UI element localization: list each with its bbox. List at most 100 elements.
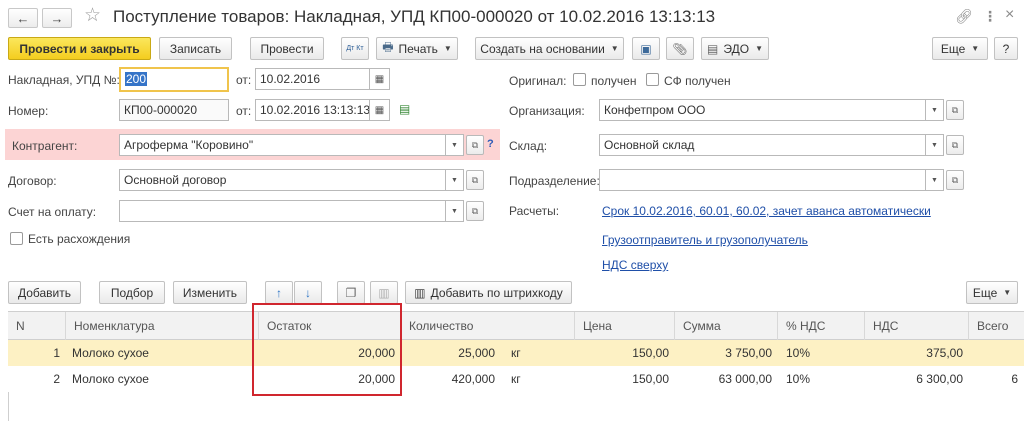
chevron-down-icon[interactable]: ▼ [446, 200, 464, 222]
column-header-total[interactable]: Всего [969, 312, 1024, 340]
settlements-link[interactable]: Срок 10.02.2016, 60.01, 60.02, зачет ава… [602, 204, 931, 218]
payment-invoice-field[interactable] [119, 200, 446, 222]
counterparty-field[interactable]: Агроферма "Коровино" [119, 134, 446, 156]
column-header-sum[interactable]: Сумма [675, 312, 778, 340]
open-icon[interactable]: ⧉ [946, 170, 964, 190]
post-and-close-button[interactable]: Провести и закрыть [8, 37, 151, 60]
row-unit[interactable]: кг [505, 366, 565, 392]
stock-highlight-box [252, 303, 402, 396]
calendar-icon[interactable]: ▦ [370, 68, 390, 90]
row-price[interactable]: 150,00 [575, 366, 675, 392]
back-button[interactable]: ← [8, 8, 38, 28]
department-label: Подразделение: [509, 174, 600, 188]
copy-row-button[interactable]: ❐ [337, 281, 365, 304]
chevron-down-icon: ▼ [971, 44, 980, 53]
fill-date-icon[interactable]: ▤ [399, 102, 410, 116]
column-header-item[interactable]: Номенклатура [66, 312, 259, 340]
column-header-vat[interactable]: НДС [865, 312, 969, 340]
contract-label: Договор: [8, 174, 57, 188]
open-icon[interactable]: ⧉ [466, 201, 484, 221]
row-vat-pct[interactable]: 10% [780, 340, 865, 366]
print-button[interactable]: 🖶︎ Печать ▼ [376, 37, 458, 60]
report-structure-button[interactable]: ▣ [632, 37, 660, 60]
dt-kt-button[interactable]: Дт Кт [341, 37, 369, 60]
chevron-down-icon[interactable]: ▼ [926, 169, 944, 191]
print-label: Печать [398, 41, 438, 56]
help-button[interactable]: ? [994, 37, 1018, 60]
organization-field[interactable]: Конфетпром ООО [599, 99, 926, 121]
add-by-barcode-label: Добавить по штрихкоду [430, 285, 563, 300]
barcode-icon: ▥ [414, 285, 426, 300]
number-field[interactable]: КП00-000020 [119, 99, 229, 121]
help-link[interactable]: ? [487, 138, 494, 150]
pick-button[interactable]: Подбор [99, 281, 165, 304]
dt-kt-icon: Дт Кт [346, 45, 364, 52]
save-button[interactable]: Записать [159, 37, 232, 60]
column-header-price[interactable]: Цена [575, 312, 675, 340]
edo-label: ЭДО [723, 41, 750, 56]
sf-received-checkbox[interactable] [646, 73, 659, 86]
favorite-star-icon[interactable]: ☆ [84, 6, 101, 26]
row-quantity[interactable]: 420,000 [401, 366, 501, 392]
table-row[interactable]: 2 Молоко сухое 20,000 420,000 кг 150,00 … [8, 366, 1024, 392]
row-vat[interactable]: 6 300,00 [865, 366, 969, 392]
open-icon[interactable]: ⧉ [946, 135, 964, 155]
chevron-down-icon: ▼ [1003, 288, 1012, 297]
number-date-field[interactable]: 10.02.2016 13:13:13 [255, 99, 370, 121]
calendar-icon[interactable]: ▦ [370, 99, 390, 121]
row-quantity[interactable]: 25,000 [401, 340, 501, 366]
shipper-consignee-link[interactable]: Грузоотправитель и грузополучатель [602, 233, 808, 247]
row-unit[interactable]: кг [505, 340, 565, 366]
number-label: Номер: [8, 104, 49, 118]
open-icon[interactable]: ⧉ [946, 100, 964, 120]
more-button[interactable]: Еще ▼ [932, 37, 988, 60]
sf-received-label: СФ получен [664, 74, 731, 88]
warehouse-field[interactable]: Основной склад [599, 134, 926, 156]
original-received-checkbox[interactable] [573, 73, 586, 86]
open-icon[interactable]: ⧉ [466, 170, 484, 190]
edo-button[interactable]: ▤ ЭДО ▼ [701, 37, 769, 60]
paste-button[interactable]: ▥ [370, 281, 398, 304]
vat-on-top-link[interactable]: НДС сверху [602, 258, 668, 272]
link-icon[interactable]: 🔗︎ [955, 8, 973, 25]
edo-icon: ▤ [707, 41, 719, 56]
open-icon[interactable]: ⧉ [466, 135, 484, 155]
move-up-button[interactable]: ↑ [265, 281, 293, 304]
post-button[interactable]: Провести [250, 37, 324, 60]
more-vertical-icon[interactable]: ⋮ [983, 8, 997, 25]
chevron-down-icon[interactable]: ▼ [926, 99, 944, 121]
row-item[interactable]: Молоко сухое [66, 366, 259, 392]
chevron-down-icon[interactable]: ▼ [926, 134, 944, 156]
row-price[interactable]: 150,00 [575, 340, 675, 366]
row-sum[interactable]: 3 750,00 [675, 340, 778, 366]
discrepancy-checkbox[interactable] [10, 232, 23, 245]
column-header-quantity[interactable]: Количество [401, 312, 575, 340]
row-vat[interactable]: 375,00 [865, 340, 969, 366]
row-sum[interactable]: 63 000,00 [675, 366, 778, 392]
row-item[interactable]: Молоко сухое [66, 340, 259, 366]
chevron-down-icon[interactable]: ▼ [446, 169, 464, 191]
column-header-vat-pct[interactable]: % НДС [778, 312, 865, 340]
number-date-label: от: [236, 104, 252, 118]
close-icon[interactable]: × [1005, 6, 1014, 24]
add-row-button[interactable]: Добавить [8, 281, 81, 304]
chevron-down-icon[interactable]: ▼ [446, 134, 464, 156]
chevron-down-icon: ▼ [755, 44, 763, 53]
original-received-label: получен [591, 74, 637, 88]
table-more-button[interactable]: Еще ▼ [966, 281, 1018, 304]
invoice-date-field[interactable]: 10.02.2016 [255, 68, 370, 90]
row-vat-pct[interactable]: 10% [780, 366, 865, 392]
invoice-number-field[interactable]: 200 [119, 67, 229, 92]
change-button[interactable]: Изменить [173, 281, 247, 304]
department-field[interactable] [599, 169, 926, 191]
table-row[interactable]: 1 Молоко сухое 20,000 25,000 кг 150,00 3… [8, 340, 1024, 366]
add-by-barcode-button[interactable]: ▥ Добавить по штрихкоду [405, 281, 572, 304]
structure-icon: ▣ [640, 41, 652, 56]
forward-button[interactable]: → [42, 8, 72, 28]
attach-files-button[interactable]: 📎︎ [666, 37, 694, 60]
contract-field[interactable]: Основной договор [119, 169, 446, 191]
move-down-button[interactable]: ↓ [294, 281, 322, 304]
create-based-on-button[interactable]: Создать на основании ▼ [475, 37, 624, 60]
table-more-label: Еще [972, 285, 998, 300]
column-header-n[interactable]: N [8, 312, 66, 340]
